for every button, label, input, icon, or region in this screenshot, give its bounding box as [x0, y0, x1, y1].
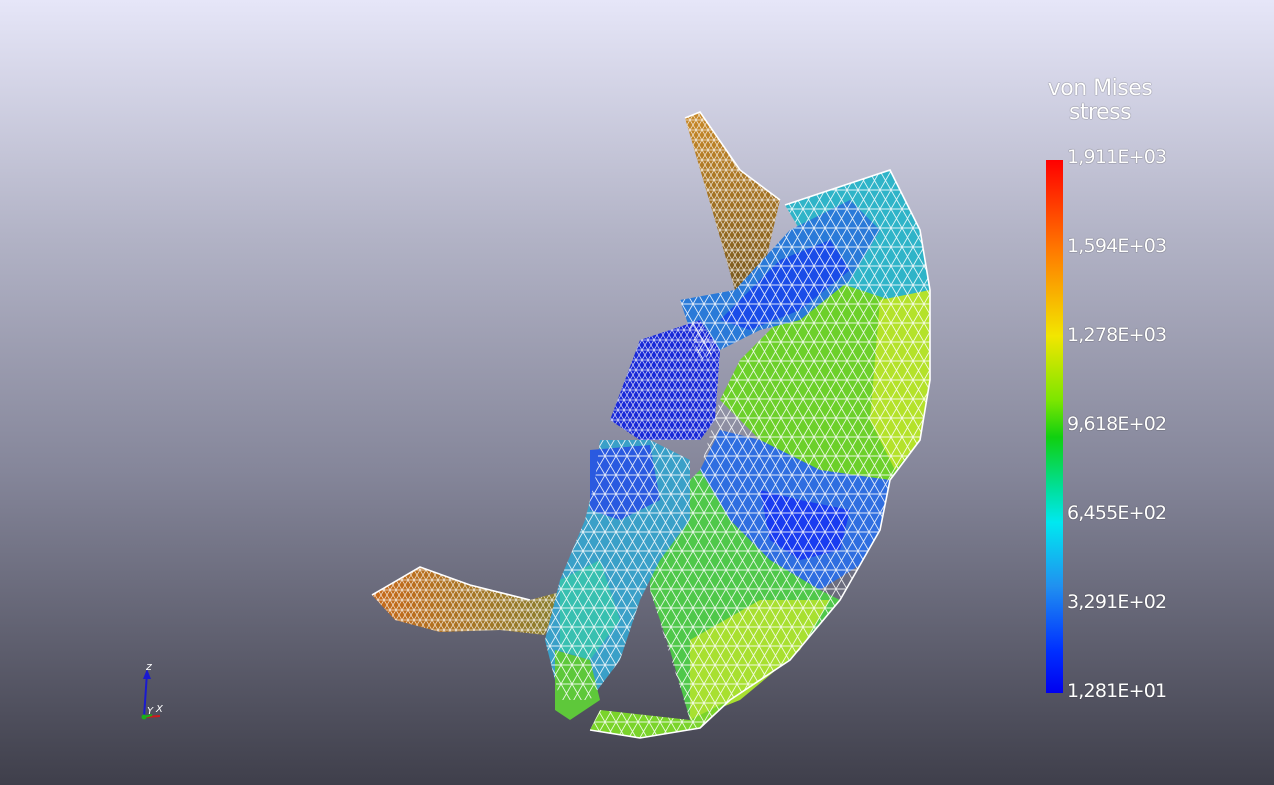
axes-origin — [141, 714, 147, 720]
colorbar-title-line2: stress — [1068, 100, 1132, 125]
colorbar-tick: 1,594E+03 — [1067, 235, 1167, 257]
y-axis-label: Y — [147, 706, 154, 717]
colorbar-tick: 1,281E+01 — [1067, 680, 1167, 702]
colorbar-tick: 6,455E+02 — [1067, 502, 1167, 524]
colorbar-title: von Mises stress — [1040, 77, 1160, 125]
lower-fin — [372, 567, 560, 635]
render-viewport[interactable]: von Mises stress 1,911E+03 1,594E+03 1,2… — [0, 0, 1274, 785]
colorbar-legend: von Mises stress 1,911E+03 1,594E+03 1,2… — [1040, 75, 1200, 715]
colorbar-gradient — [1046, 160, 1063, 693]
colorbar-tick: 1,278E+03 — [1067, 324, 1167, 346]
colorbar-tick: 9,618E+02 — [1067, 413, 1167, 435]
z-axis-label: z — [145, 660, 152, 673]
x-axis-label: X — [155, 704, 164, 715]
colorbar-tick: 1,911E+03 — [1067, 146, 1167, 168]
orientation-axes: z Y X — [141, 660, 164, 720]
colorbar-tick: 3,291E+02 — [1067, 591, 1167, 613]
colorbar-title-line1: von Mises — [1047, 76, 1153, 101]
